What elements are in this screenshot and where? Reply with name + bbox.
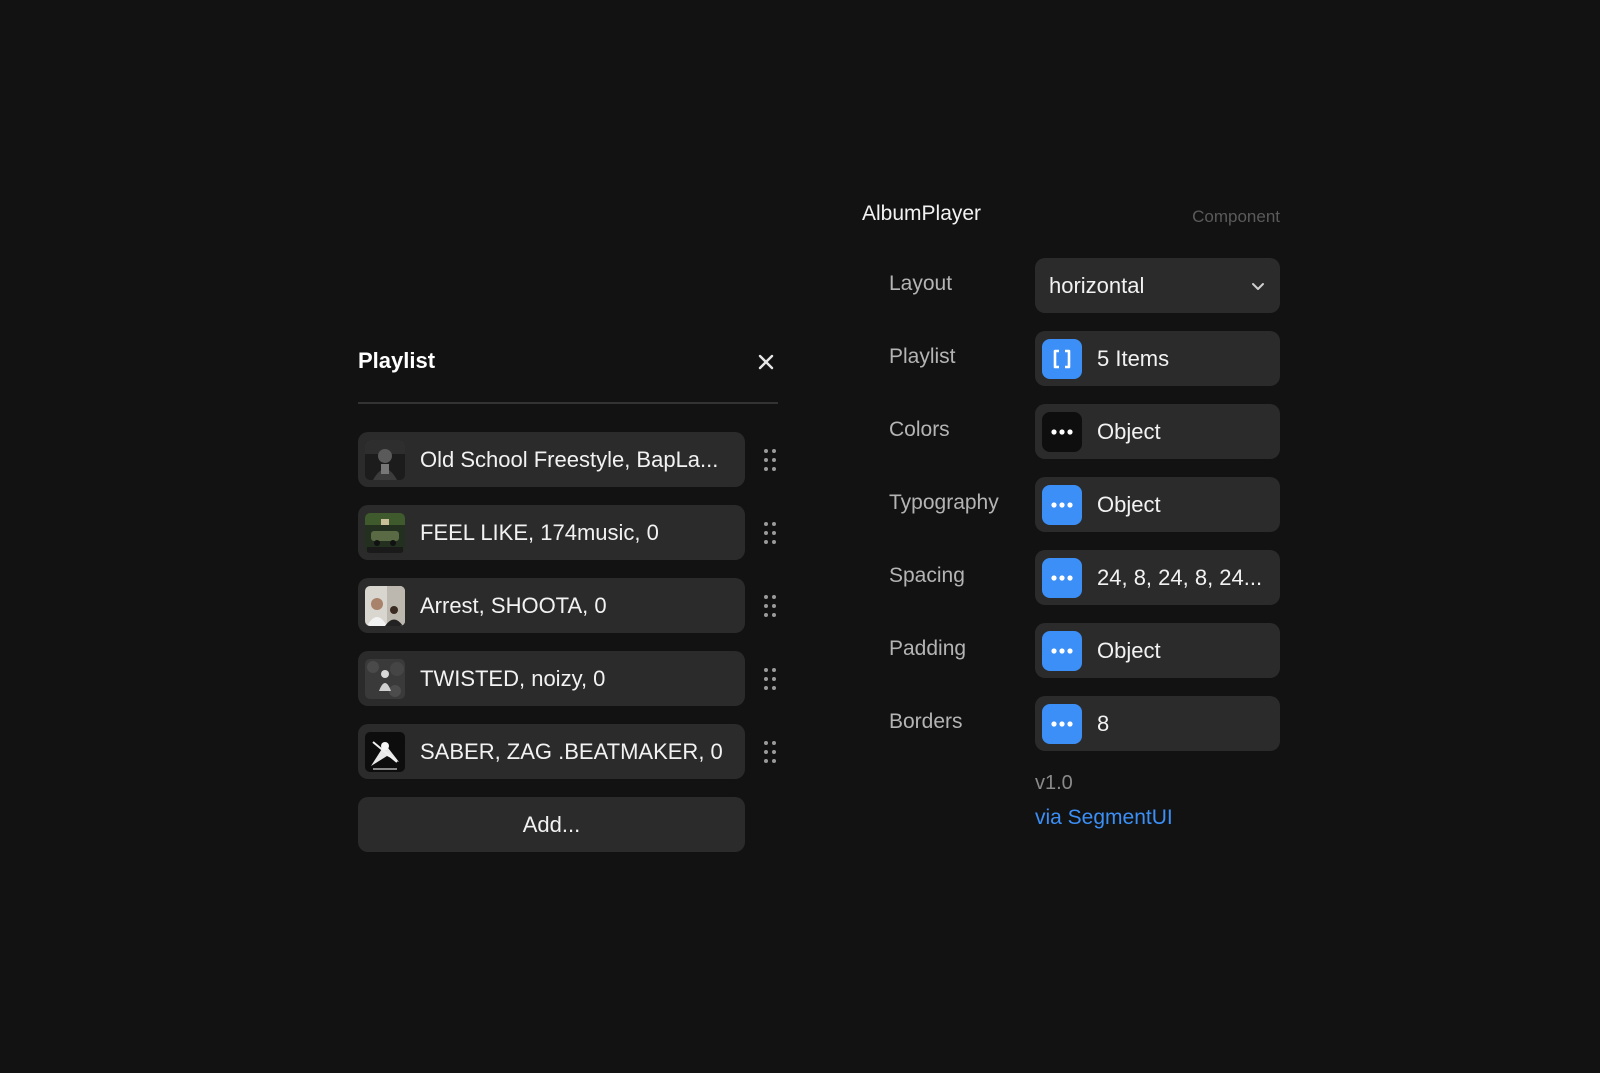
- prop-value-playlist: 5 Items: [1097, 345, 1170, 371]
- ellipsis-icon: [1042, 484, 1082, 525]
- prop-value-padding: Object: [1097, 637, 1161, 663]
- playlist-item-button[interactable]: Old School Freestyle, BapLa...: [358, 432, 745, 487]
- prop-row-borders: Borders 8: [862, 696, 1280, 751]
- playlist-items: Old School Freestyle, BapLa... FEEL LIKE…: [358, 432, 778, 852]
- playlist-header: Playlist: [358, 340, 778, 404]
- playlist-prop-button[interactable]: 5 Items: [1035, 331, 1280, 386]
- layout-select[interactable]: horizontal: [1035, 258, 1280, 313]
- borders-prop-button[interactable]: 8: [1035, 696, 1280, 751]
- drag-handle-icon: [764, 741, 776, 763]
- drag-handle[interactable]: [762, 593, 778, 619]
- component-name: AlbumPlayer: [862, 202, 982, 225]
- prop-label-colors: Colors: [889, 418, 950, 441]
- playlist-item-button[interactable]: FEEL LIKE, 174music, 0: [358, 505, 745, 560]
- prop-label-borders: Borders: [889, 710, 963, 733]
- prop-row-typography: Typography Object: [862, 477, 1280, 532]
- drag-handle-icon: [764, 595, 776, 617]
- prop-label-typography: Typography: [889, 491, 999, 514]
- drag-handle[interactable]: [762, 666, 778, 692]
- close-icon: [758, 354, 774, 370]
- prop-row-playlist: Playlist 5 Items: [862, 331, 1280, 386]
- playlist-item-label: Arrest, SHOOTA, 0: [420, 592, 607, 618]
- list-item: TWISTED, noizy, 0: [358, 651, 778, 706]
- album-cover-warrior-icon: [365, 731, 405, 772]
- chevron-down-icon: [1252, 283, 1264, 290]
- prop-value-colors: Object: [1097, 418, 1161, 444]
- array-brackets-icon: [1042, 338, 1082, 379]
- close-button[interactable]: [754, 350, 778, 374]
- drag-handle[interactable]: [762, 739, 778, 765]
- list-item: Arrest, SHOOTA, 0: [358, 578, 778, 633]
- prop-row-colors: Colors Object: [862, 404, 1280, 459]
- playlist-item-label: SABER, ZAG .BEATMAKER, 0: [420, 738, 723, 764]
- ellipsis-icon: [1042, 703, 1082, 744]
- via-segmentui-link[interactable]: via SegmentUI: [1035, 806, 1173, 830]
- component-type-label: Component: [1192, 207, 1280, 226]
- drag-handle-icon: [764, 522, 776, 544]
- layout-select-value: horizontal: [1049, 272, 1145, 298]
- list-item: Old School Freestyle, BapLa...: [358, 432, 778, 487]
- spacing-prop-button[interactable]: 24, 8, 24, 8, 24...: [1035, 550, 1280, 605]
- version-label: v1.0: [1035, 772, 1073, 794]
- ellipsis-icon: [1042, 557, 1082, 598]
- drag-handle[interactable]: [762, 447, 778, 473]
- list-item: SABER, ZAG .BEATMAKER, 0: [358, 724, 778, 779]
- prop-value-typography: Object: [1097, 491, 1161, 517]
- prop-label-playlist: Playlist: [889, 345, 956, 368]
- album-cover-people-icon: [365, 585, 405, 626]
- padding-prop-button[interactable]: Object: [1035, 623, 1280, 678]
- album-cover-dark-icon: [365, 439, 405, 480]
- playlist-item-label: FEEL LIKE, 174music, 0: [420, 519, 659, 545]
- typography-prop-button[interactable]: Object: [1035, 477, 1280, 532]
- properties-panel: AlbumPlayer Component Layout horizontal …: [862, 196, 1280, 829]
- drag-handle-icon: [764, 668, 776, 690]
- prop-label-layout: Layout: [889, 272, 953, 295]
- prop-value-spacing: 24, 8, 24, 8, 24...: [1097, 564, 1263, 590]
- colors-prop-button[interactable]: Object: [1035, 404, 1280, 459]
- prop-value-borders: 8: [1097, 710, 1110, 736]
- playlist-item-button[interactable]: SABER, ZAG .BEATMAKER, 0: [358, 724, 745, 779]
- ellipsis-icon: [1042, 630, 1082, 671]
- add-item-button[interactable]: Add...: [358, 797, 745, 852]
- playlist-item-button[interactable]: Arrest, SHOOTA, 0: [358, 578, 745, 633]
- drag-handle-icon: [764, 449, 776, 471]
- prop-row-layout: Layout horizontal: [862, 258, 1280, 313]
- prop-row-padding: Padding Object: [862, 623, 1280, 678]
- playlist-title: Playlist: [358, 348, 436, 373]
- list-item: FEEL LIKE, 174music, 0: [358, 505, 778, 560]
- ellipsis-icon: [1042, 411, 1082, 452]
- album-cover-figure-icon: [365, 658, 405, 699]
- playlist-item-label: Old School Freestyle, BapLa...: [420, 446, 719, 472]
- playlist-item-button[interactable]: TWISTED, noizy, 0: [358, 651, 745, 706]
- prop-label-padding: Padding: [889, 637, 967, 660]
- properties-header: AlbumPlayer Component: [862, 196, 1280, 236]
- album-cover-car-icon: [365, 512, 405, 553]
- prop-label-spacing: Spacing: [889, 564, 965, 587]
- prop-row-spacing: Spacing 24, 8, 24, 8, 24...: [862, 550, 1280, 605]
- playlist-item-label: TWISTED, noizy, 0: [420, 665, 606, 691]
- drag-handle[interactable]: [762, 520, 778, 546]
- playlist-panel: Playlist Old School Freestyle, BapLa... …: [358, 340, 778, 852]
